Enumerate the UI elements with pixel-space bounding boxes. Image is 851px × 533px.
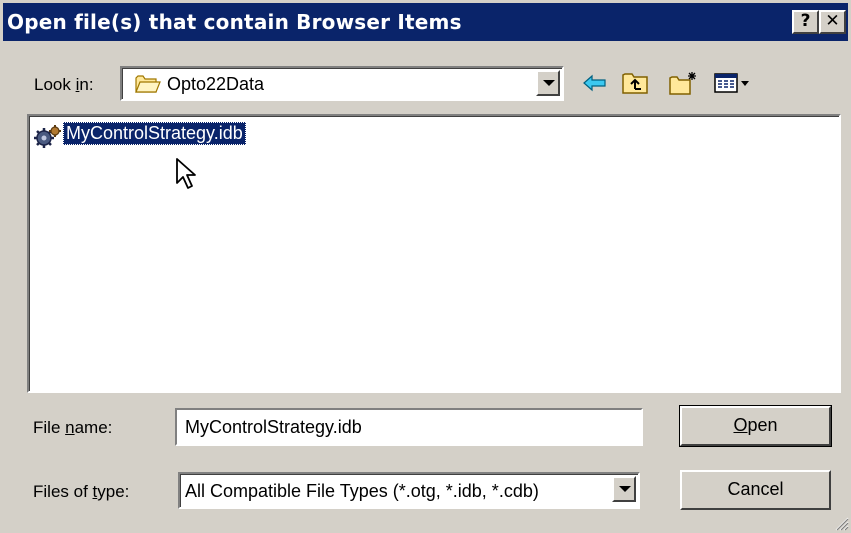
file-type-dropdown[interactable]: All Compatible File Types (*.otg, *.idb,… [178, 472, 640, 509]
folder-icon [135, 75, 161, 93]
view-menu-icon[interactable] [713, 70, 753, 96]
mouse-cursor-icon [176, 158, 196, 189]
open-file-dialog: Open file(s) that contain Browser Items … [0, 0, 851, 533]
file-name-input[interactable]: MyControlStrategy.idb [175, 408, 643, 446]
file-name-label: File name: [33, 418, 113, 437]
resize-grip-icon[interactable] [833, 515, 849, 531]
file-type-value: All Compatible File Types (*.otg, *.idb,… [185, 481, 539, 501]
cancel-button[interactable]: Cancel [680, 470, 831, 510]
file-type-label: Files of type: [33, 482, 130, 501]
file-name-value: MyControlStrategy.idb [185, 417, 362, 437]
gear-document-icon [34, 125, 61, 148]
chevron-down-icon[interactable] [536, 70, 560, 96]
open-button[interactable]: Open [679, 405, 832, 447]
title-bar[interactable]: Open file(s) that contain Browser Items … [3, 3, 848, 41]
window-title: Open file(s) that contain Browser Items [7, 10, 462, 34]
look-in-dropdown[interactable]: Opto22Data [120, 66, 564, 101]
close-button[interactable]: ✕ [819, 10, 846, 34]
back-arrow-icon[interactable] [580, 70, 610, 96]
file-list[interactable]: MyControlStrategy.idb [27, 114, 841, 393]
file-name: MyControlStrategy.idb [63, 122, 246, 145]
help-button[interactable]: ? [792, 10, 819, 34]
chevron-down-icon[interactable] [612, 476, 636, 502]
new-folder-icon[interactable] [668, 70, 698, 96]
look-in-label: Look in: [34, 75, 94, 94]
up-folder-icon[interactable] [620, 70, 650, 96]
look-in-value: Opto22Data [167, 74, 265, 94]
